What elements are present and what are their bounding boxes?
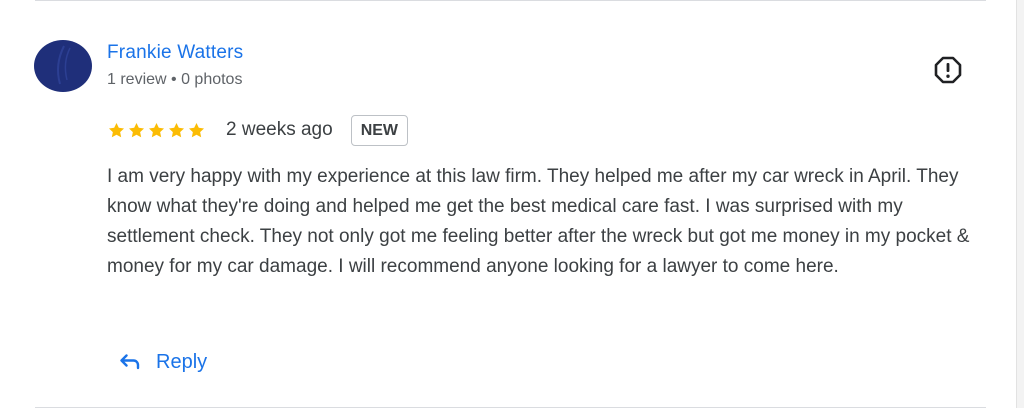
scroll-edge [1016, 0, 1024, 408]
new-badge: NEW [350, 114, 409, 146]
review-date: 2 weeks ago [226, 119, 333, 140]
author-meta: 1 review • 0 photos [107, 71, 243, 88]
star-icon [168, 122, 185, 137]
reply-arrow-icon [120, 354, 140, 370]
star-rating [107, 121, 206, 140]
reply-button[interactable]: Reply [118, 345, 207, 379]
report-button[interactable] [933, 55, 963, 85]
star-icon [148, 122, 165, 137]
divider-top [35, 0, 986, 1]
review-text: I am very happy with my experience at th… [107, 166, 970, 277]
star-icon [108, 122, 125, 137]
star-icon [188, 122, 205, 137]
reply-label: Reply [156, 350, 208, 373]
author-name[interactable]: Frankie Watters [107, 42, 243, 64]
star-icon [128, 122, 145, 137]
avatar[interactable] [34, 40, 92, 92]
report-flag-icon [934, 56, 962, 84]
rating-row: 2 weeks ago NEW [107, 113, 409, 147]
